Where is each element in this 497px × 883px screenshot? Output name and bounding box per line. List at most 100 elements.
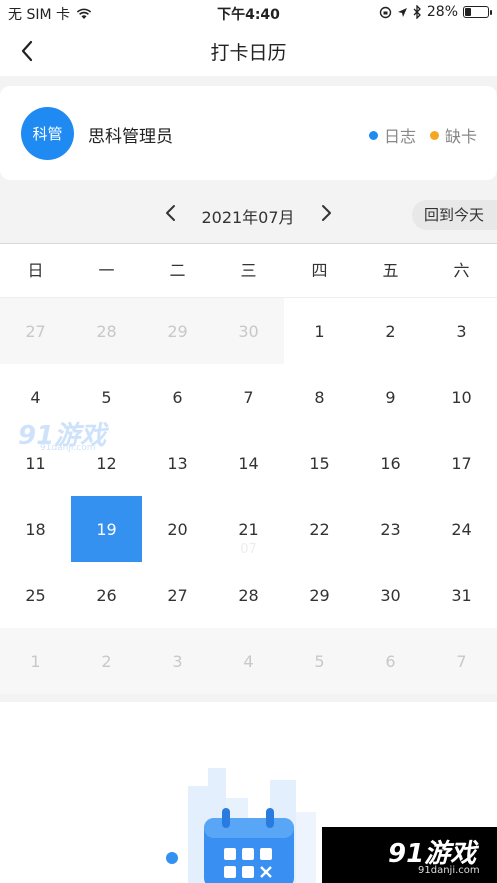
day-cell[interactable]: 14 bbox=[213, 430, 284, 496]
day-cell[interactable]: 28 bbox=[71, 298, 142, 364]
prev-month-icon[interactable] bbox=[160, 202, 182, 224]
day-cell[interactable]: 17 bbox=[426, 430, 497, 496]
day-number: 30 bbox=[238, 321, 259, 341]
weekday-label: 四 bbox=[311, 261, 328, 280]
day-grid: 27 28 29 30 1 2 3 4 5 6 7 8 9 10 11 12 13 14 15 16 17 18 19 20 2… bbox=[0, 298, 497, 694]
day-cell[interactable]: 30 bbox=[355, 562, 426, 628]
day-cell[interactable]: 31 bbox=[426, 562, 497, 628]
day-number: 1 bbox=[314, 321, 325, 341]
day-number: 29 bbox=[309, 585, 330, 605]
day-cell[interactable]: 20 bbox=[142, 496, 213, 562]
day-number: 28 bbox=[96, 321, 117, 341]
day-cell[interactable]: 10 bbox=[426, 364, 497, 430]
day-cell[interactable]: 2 bbox=[355, 298, 426, 364]
day-number: 14 bbox=[238, 453, 259, 473]
avatar: 科管 bbox=[21, 107, 74, 160]
day-cell[interactable]: 3 bbox=[142, 628, 213, 694]
day-number: 10 bbox=[451, 387, 472, 407]
bluetooth-icon bbox=[413, 5, 421, 19]
day-number: 9 bbox=[385, 387, 396, 407]
next-month-icon[interactable] bbox=[315, 202, 337, 224]
day-cell[interactable]: 6 bbox=[142, 364, 213, 430]
back-to-today-button[interactable]: 回到今天 bbox=[412, 200, 497, 230]
day-number: 3 bbox=[456, 321, 467, 341]
day-cell[interactable]: 8 bbox=[284, 364, 355, 430]
day-number: 1 bbox=[30, 651, 41, 671]
day-number: 7 bbox=[243, 387, 254, 407]
calendar: 日 一 二 三 四 五 六 27 28 29 30 1 2 3 4 5 6 7 8 9 10 11 12 13 1… bbox=[0, 243, 497, 694]
day-number: 22 bbox=[309, 519, 330, 539]
legend-label: 日志 bbox=[383, 127, 416, 146]
watermark-sub: 91danji.com bbox=[40, 443, 96, 453]
user-name: 思科管理员 bbox=[88, 127, 173, 147]
orientation-lock-icon bbox=[379, 6, 392, 18]
day-cell[interactable]: 5 bbox=[284, 628, 355, 694]
day-number: 18 bbox=[25, 519, 46, 539]
day-cell[interactable]: 24 bbox=[426, 496, 497, 562]
blue-dot-icon bbox=[368, 130, 378, 140]
day-cell[interactable]: 7 bbox=[426, 628, 497, 694]
day-cell[interactable]: 16 bbox=[355, 430, 426, 496]
day-number: 23 bbox=[380, 519, 401, 539]
day-cell[interactable]: 26 bbox=[71, 562, 142, 628]
day-number: 11 bbox=[25, 453, 46, 473]
day-number: 2 bbox=[385, 321, 396, 341]
month-label: 2021年07月 bbox=[201, 208, 295, 227]
watermark-badge: 91游戏 91danji.com bbox=[322, 827, 497, 883]
status-right: 28% bbox=[379, 4, 492, 20]
day-cell[interactable]: 25 bbox=[0, 562, 71, 628]
day-cell[interactable]: 13 bbox=[142, 430, 213, 496]
day-number: 28 bbox=[238, 585, 259, 605]
legend: 日志 缺卡 bbox=[368, 123, 477, 147]
day-cell[interactable]: 28 bbox=[213, 562, 284, 628]
day-cell[interactable]: 18 bbox=[0, 496, 71, 562]
day-cell[interactable]: 27 bbox=[142, 562, 213, 628]
day-cell[interactable]: 15 bbox=[284, 430, 355, 496]
day-cell[interactable]: 4 bbox=[213, 628, 284, 694]
day-number: 20 bbox=[167, 519, 188, 539]
day-cell[interactable]: 1 bbox=[0, 628, 71, 694]
page-title: 打卡日历 bbox=[210, 42, 287, 64]
day-cell[interactable]: 22 bbox=[284, 496, 355, 562]
day-cell[interactable]: 9 bbox=[355, 364, 426, 430]
weekday-label: 五 bbox=[382, 261, 399, 280]
weekday-label: 二 bbox=[169, 261, 186, 280]
day-number: 27 bbox=[25, 321, 46, 341]
day-cell[interactable]: 29 bbox=[142, 298, 213, 364]
day-number: 2 bbox=[101, 651, 112, 671]
day-cell[interactable]: 2 bbox=[71, 628, 142, 694]
day-number: 3 bbox=[172, 651, 183, 671]
day-cell[interactable]: 6 bbox=[355, 628, 426, 694]
day-cell[interactable]: 1 bbox=[284, 298, 355, 364]
day-cell[interactable]: 7 bbox=[213, 364, 284, 430]
battery-percent: 28% bbox=[426, 4, 458, 20]
day-number: 7 bbox=[456, 651, 467, 671]
status-bar: 无 SIM 卡 下午4:40 28% bbox=[0, 0, 497, 26]
day-number: 30 bbox=[380, 585, 401, 605]
day-number: 5 bbox=[101, 387, 112, 407]
weekday-label: 一 bbox=[98, 261, 115, 280]
day-cell[interactable]: 27 bbox=[0, 298, 71, 364]
day-number: 6 bbox=[172, 387, 183, 407]
day-cell[interactable]: 30 bbox=[213, 298, 284, 364]
weekday-label: 三 bbox=[240, 261, 257, 280]
day-number: 26 bbox=[96, 585, 117, 605]
day-cell-selected[interactable]: 19 bbox=[71, 496, 142, 562]
day-number: 17 bbox=[451, 453, 472, 473]
orange-dot-icon bbox=[429, 130, 439, 140]
weekday-header: 日 一 二 三 四 五 六 bbox=[0, 244, 497, 298]
day-number: 12 bbox=[96, 453, 117, 473]
calendar-illustration-icon bbox=[166, 768, 316, 883]
day-cell[interactable]: 21 07 bbox=[213, 496, 284, 562]
day-number: 19 bbox=[96, 519, 117, 539]
day-cell[interactable]: 3 bbox=[426, 298, 497, 364]
day-cell[interactable]: 29 bbox=[284, 562, 355, 628]
weekday-label: 日 bbox=[27, 261, 44, 280]
day-number: 8 bbox=[314, 387, 325, 407]
day-number: 31 bbox=[451, 585, 472, 605]
day-number: 15 bbox=[309, 453, 330, 473]
weekday-label: 六 bbox=[453, 261, 470, 280]
watermark-logo: 91游戏 91danji.com bbox=[18, 415, 118, 455]
day-cell[interactable]: 23 bbox=[355, 496, 426, 562]
day-number: 29 bbox=[167, 321, 188, 341]
